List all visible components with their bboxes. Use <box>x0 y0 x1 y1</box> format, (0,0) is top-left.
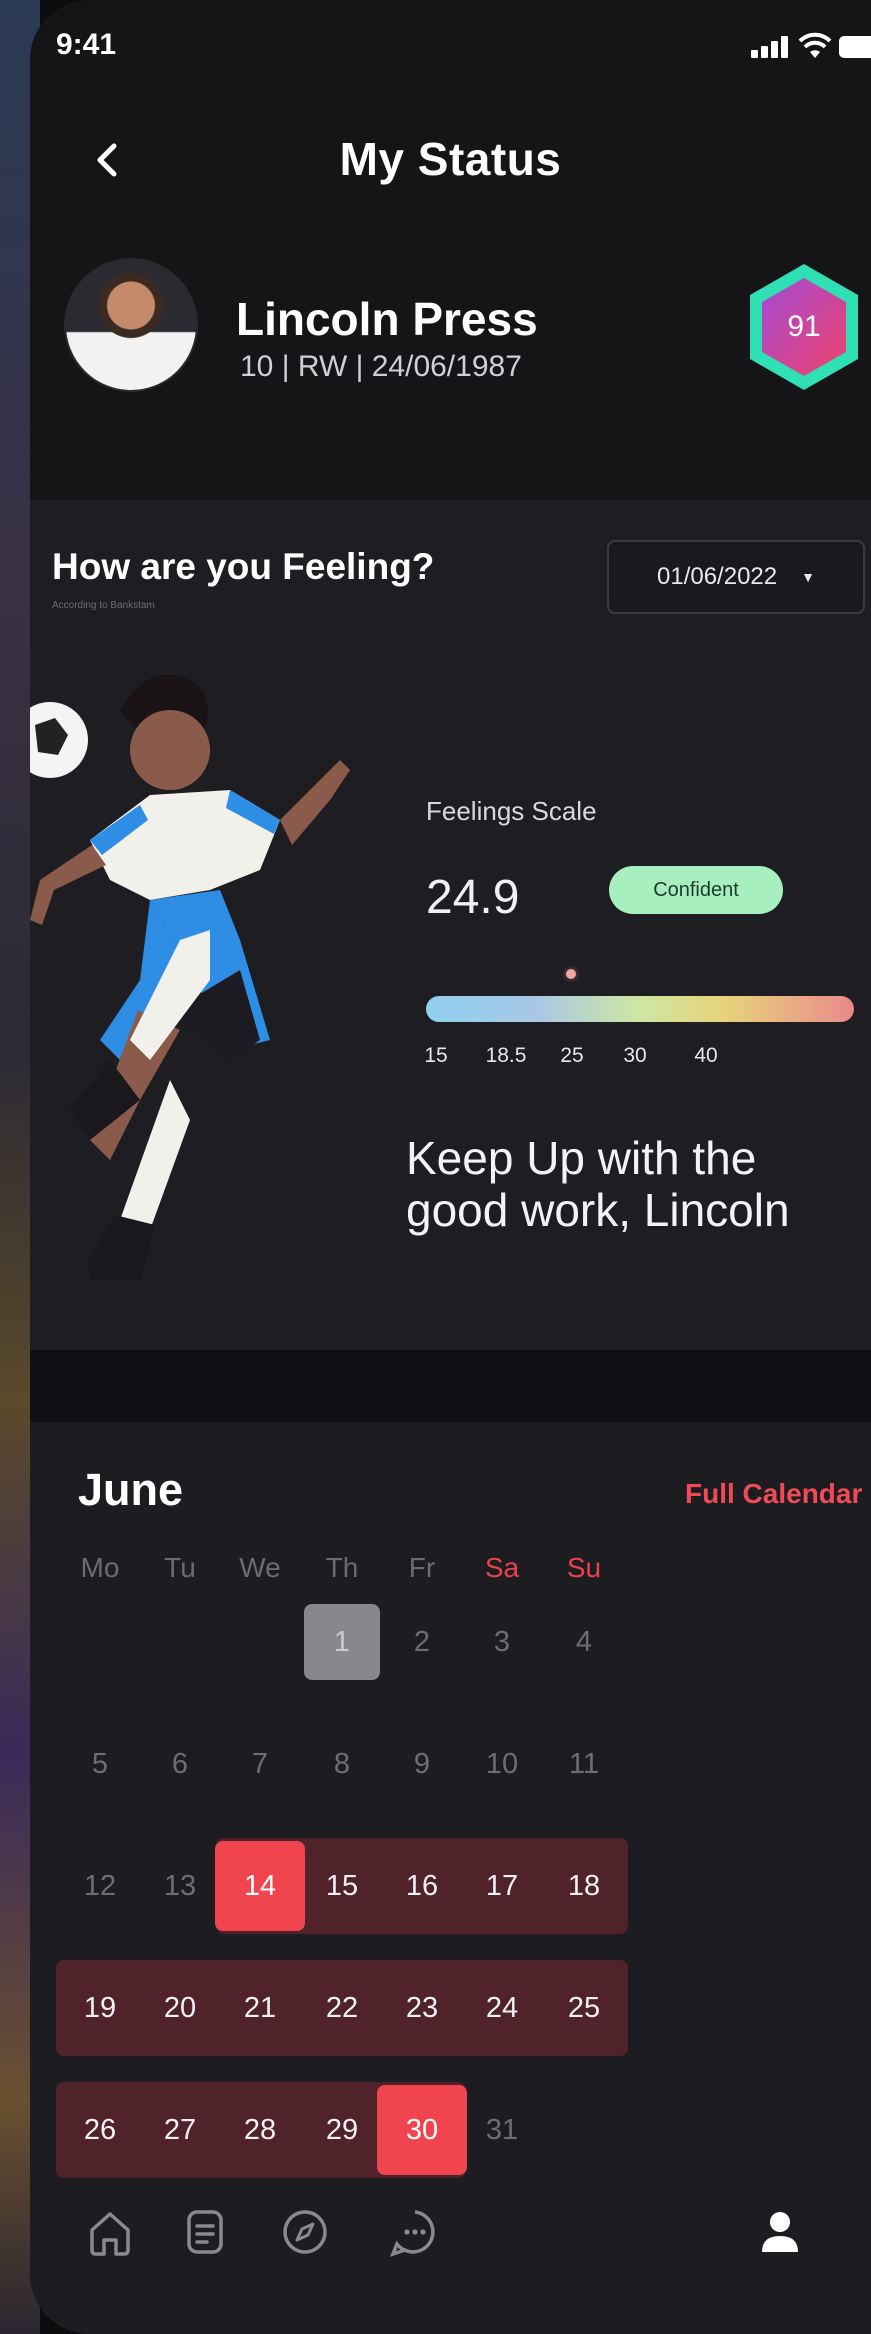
feeling-title: How are you Feeling? <box>52 546 435 587</box>
weekday-label: Su <box>566 1552 602 1583</box>
section-divider <box>30 1350 871 1422</box>
rating-badge[interactable]: 91 <box>745 260 863 394</box>
calendar-day[interactable]: 24 <box>464 1970 540 2046</box>
tab-bar <box>30 2180 871 2334</box>
calendar-day[interactable]: 22 <box>304 1970 380 2046</box>
scale-gradient-bar <box>426 996 854 1022</box>
weekday-label: Tu <box>164 1552 196 1583</box>
calendar-day[interactable]: 11 <box>546 1726 622 1802</box>
calendar-day[interactable]: 15 <box>304 1848 380 1924</box>
calendar-day[interactable]: 23 <box>384 1970 460 2046</box>
calendar-day[interactable]: 16 <box>384 1848 460 1924</box>
rating-value: 91 <box>787 310 821 343</box>
calendar-day[interactable]: 29 <box>304 2092 380 2168</box>
player-name: Lincoln Press <box>236 293 538 345</box>
date-value: 01/06/2022 <box>657 563 778 590</box>
feeling-subtitle: According to Bankstam <box>52 600 155 611</box>
calendar-day[interactable]: 30 <box>377 2085 467 2175</box>
caret-down-icon: ▼ <box>801 569 815 585</box>
page-title: My Status <box>339 133 562 185</box>
calendar-day[interactable]: 18 <box>546 1848 622 1924</box>
calendar-day[interactable]: 14 <box>215 1841 305 1931</box>
calendar-day[interactable]: 4 <box>546 1604 622 1680</box>
calendar-day[interactable]: 26 <box>62 2092 138 2168</box>
weekday-label: We <box>239 1552 281 1583</box>
motivation-text: Keep Up with the good work, Lincoln <box>406 1132 790 1236</box>
scale-title: Feelings Scale <box>426 796 597 826</box>
weekday-label: Sa <box>484 1552 520 1583</box>
motivation-line-1: Keep Up with the <box>406 1132 757 1184</box>
calendar-day[interactable]: 7 <box>222 1726 298 1802</box>
scale-tick-label: 30 <box>623 1044 647 1067</box>
calendar-day[interactable]: 19 <box>62 1970 138 2046</box>
calendar-day[interactable]: 2 <box>384 1604 460 1680</box>
profile-icon[interactable] <box>748 2200 812 2264</box>
scale-tick-label: 18.5 <box>485 1044 527 1067</box>
clock: 9:41 <box>56 28 117 61</box>
player-meta: 10 | RW | 24/06/1987 <box>240 350 522 383</box>
scale-marker <box>562 966 579 982</box>
month-title: June <box>78 1464 184 1515</box>
calendar-day[interactable]: 13 <box>142 1848 218 1924</box>
battery-icon <box>839 36 871 58</box>
signal-icon <box>751 36 791 58</box>
calendar-day[interactable]: 9 <box>384 1726 460 1802</box>
status-icons <box>751 32 871 62</box>
avatar[interactable] <box>64 258 198 392</box>
document-icon[interactable] <box>173 2200 237 2264</box>
calendar-day[interactable]: 17 <box>464 1848 540 1924</box>
calendar-day[interactable]: 6 <box>142 1726 218 1802</box>
scale-tick-label: 40 <box>694 1044 718 1067</box>
motivation-line-2: good work, Lincoln <box>406 1184 790 1236</box>
calendar-day[interactable]: 12 <box>62 1848 138 1924</box>
chat-icon[interactable] <box>383 2200 447 2264</box>
scale-tick-label: 25 <box>560 1044 584 1067</box>
calendar-day[interactable]: 10 <box>464 1726 540 1802</box>
calendar-day[interactable]: 20 <box>142 1970 218 2046</box>
calendar-day[interactable]: 8 <box>304 1726 380 1802</box>
weekday-label: Mo <box>80 1552 120 1583</box>
feeling-section: How are you Feeling? According to Bankst… <box>30 500 871 1350</box>
scale-tick-label: 15 <box>424 1044 448 1067</box>
status-badge: Confident <box>609 866 783 914</box>
calendar-day[interactable]: 3 <box>464 1604 540 1680</box>
weekday-label: Fr <box>408 1552 436 1583</box>
home-icon[interactable] <box>78 2200 142 2264</box>
weekday-label: Th <box>325 1552 359 1583</box>
calendar-day[interactable]: 5 <box>62 1726 138 1802</box>
full-calendar-link[interactable]: Full Calendar <box>685 1478 862 1510</box>
status-bar: 9:41 <box>30 0 871 100</box>
calendar-day[interactable]: 27 <box>142 2092 218 2168</box>
scale-value: 24.9 <box>426 871 520 924</box>
calendar-day[interactable]: 21 <box>222 1970 298 2046</box>
feelings-scale-card: Feelings Scale 24.9 Confident 15 18.5 25 30… <box>390 770 871 1090</box>
phone-screen: 9:41 My Status Lincoln Press 10 | RW | 2… <box>30 0 871 2334</box>
date-dropdown[interactable]: 01/06/2022 ▼ <box>607 540 865 614</box>
wifi-icon <box>798 32 832 58</box>
calendar-day[interactable]: 31 <box>464 2092 540 2168</box>
calendar-day[interactable]: 28 <box>222 2092 298 2168</box>
compass-icon[interactable] <box>273 2200 337 2264</box>
calendar-day[interactable]: 1 <box>304 1604 380 1680</box>
calendar-day[interactable]: 25 <box>546 1970 622 2046</box>
header: My Status Lincoln Press 10 | RW | 24/06/… <box>30 100 871 500</box>
